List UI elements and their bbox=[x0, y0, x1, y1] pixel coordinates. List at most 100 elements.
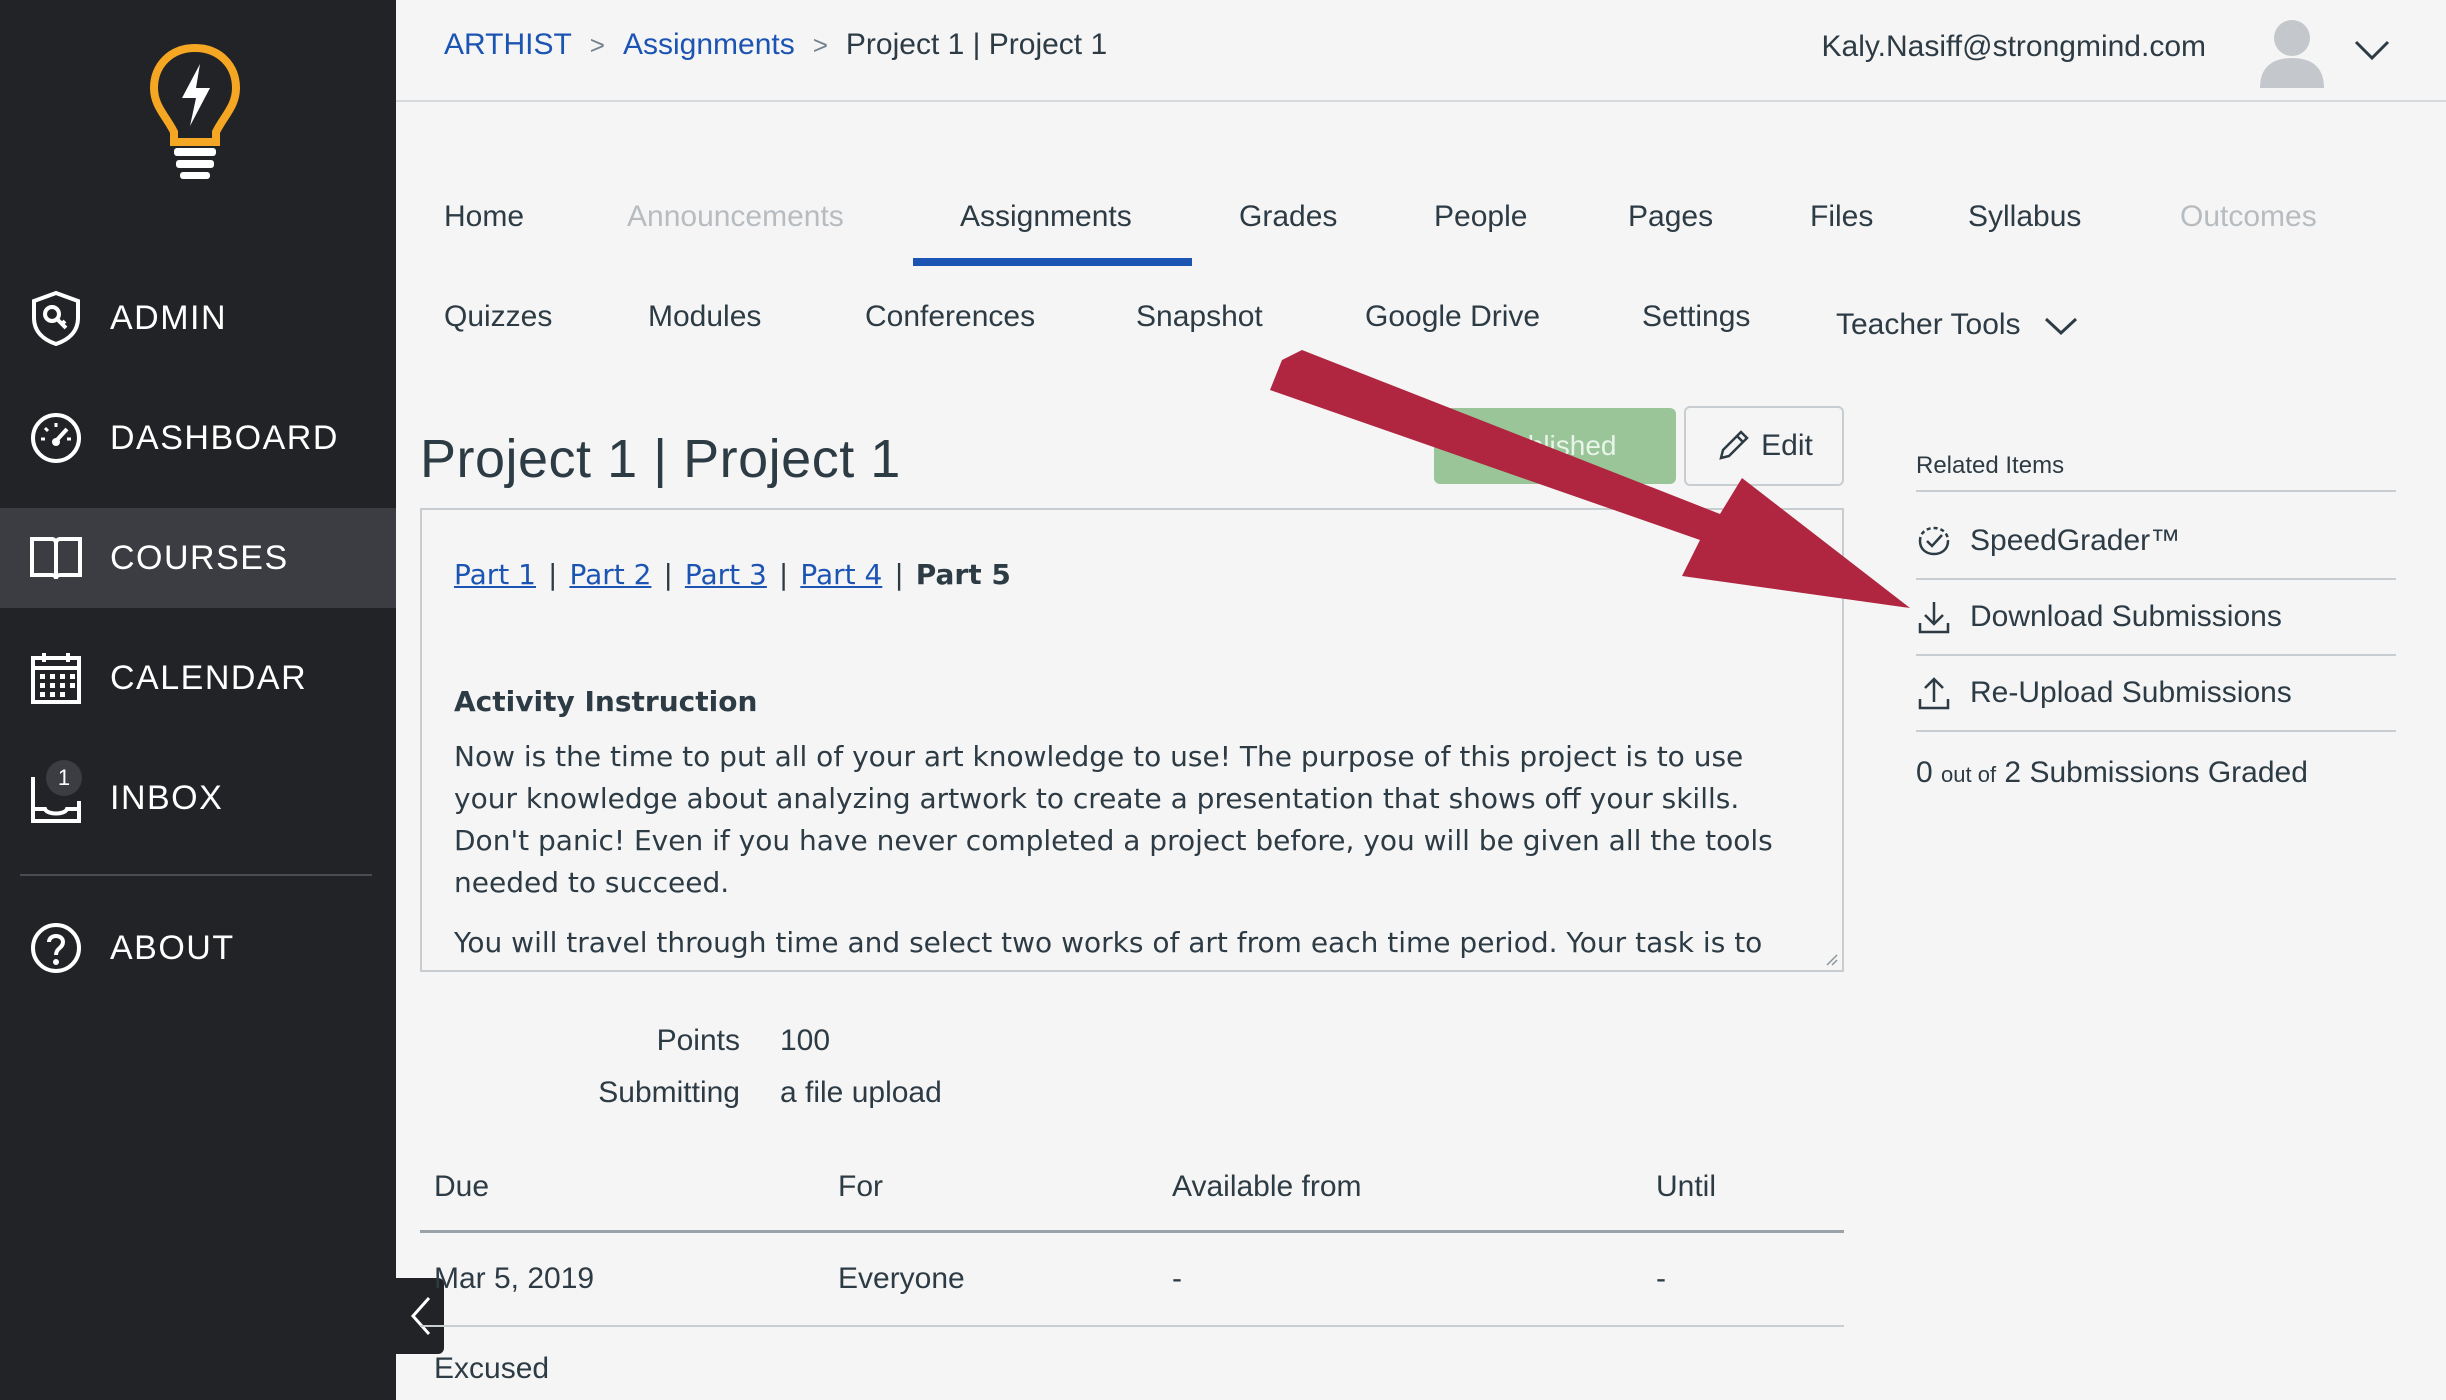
excused-label: Excused bbox=[434, 1352, 550, 1385]
active-tab-indicator bbox=[913, 258, 1192, 266]
nav-label-admin: ADMIN bbox=[110, 298, 228, 337]
edit-button[interactable]: Edit bbox=[1684, 406, 1844, 486]
tab-home[interactable]: Home bbox=[444, 200, 524, 234]
part-4-link[interactable]: Part 4 bbox=[800, 558, 882, 591]
dashboard-gauge-icon bbox=[28, 410, 84, 466]
nav-item-dashboard[interactable]: DASHBOARD bbox=[0, 388, 396, 488]
nav-item-courses[interactable]: COURSES bbox=[0, 508, 396, 608]
until-cell: - bbox=[1656, 1262, 1666, 1295]
nav-label-courses: COURSES bbox=[110, 538, 289, 577]
table-row-divider bbox=[420, 1325, 1844, 1327]
submissions-graded-count: 0 out of 2 Submissions Graded bbox=[1916, 756, 2308, 790]
speedgrader-icon bbox=[1916, 523, 1952, 559]
top-header: ARTHIST > Assignments > Project 1 | Proj… bbox=[396, 0, 2446, 102]
column-header-available-from: Available from bbox=[1172, 1170, 1362, 1203]
inbox-icon: 1 bbox=[28, 760, 84, 826]
page-title: Project 1 | Project 1 bbox=[420, 429, 901, 489]
column-header-due: Due bbox=[434, 1170, 490, 1203]
tab-people[interactable]: People bbox=[1434, 200, 1527, 234]
due-date-cell: Mar 5, 2019 bbox=[434, 1262, 595, 1295]
admin-shield-icon bbox=[28, 290, 84, 346]
part-1-link[interactable]: Part 1 bbox=[454, 558, 536, 591]
column-header-for: For bbox=[838, 1170, 883, 1203]
due-for-cell: Everyone bbox=[838, 1262, 965, 1295]
points-value: 100 bbox=[780, 1024, 831, 1057]
upload-icon bbox=[1916, 675, 1952, 711]
related-items-heading: Related Items bbox=[1916, 452, 2065, 479]
reupload-submissions-link[interactable]: Re-Upload Submissions bbox=[1916, 656, 2396, 730]
tab-announcements[interactable]: Announcements bbox=[627, 200, 844, 234]
parts-separator: | bbox=[778, 558, 789, 591]
tab-files[interactable]: Files bbox=[1810, 200, 1873, 234]
nav-item-admin[interactable]: ADMIN bbox=[0, 268, 396, 368]
global-navigation: ADMIN DASHBOARD COURSES CALENDAR 1 INBOX… bbox=[0, 0, 396, 1400]
speedgrader-link[interactable]: SpeedGrader™ bbox=[1916, 504, 2396, 578]
parts-separator: | bbox=[663, 558, 673, 591]
breadcrumb-current: Project 1 | Project 1 bbox=[845, 28, 1108, 61]
tab-teacher-tools[interactable]: Teacher Tools bbox=[1836, 308, 2079, 342]
download-submissions-link[interactable]: Download Submissions bbox=[1916, 580, 2396, 654]
chevron-down-icon bbox=[2044, 317, 2077, 336]
nav-item-calendar[interactable]: CALENDAR bbox=[0, 628, 396, 728]
tab-modules[interactable]: Modules bbox=[648, 300, 761, 334]
instruction-heading: Activity Instruction bbox=[454, 685, 758, 718]
breadcrumb-course[interactable]: ARTHIST bbox=[444, 28, 572, 62]
published-toggle-button[interactable]: Published bbox=[1434, 408, 1676, 484]
points-label: Points bbox=[656, 1024, 740, 1057]
nav-item-about[interactable]: ABOUT bbox=[0, 898, 396, 998]
graded-count: 0 bbox=[1916, 756, 1933, 789]
tab-grades[interactable]: Grades bbox=[1239, 200, 1337, 234]
submitting-label: Submitting bbox=[598, 1076, 740, 1109]
help-circle-icon bbox=[28, 920, 84, 976]
nav-label-about: ABOUT bbox=[110, 928, 235, 967]
nav-divider bbox=[20, 874, 372, 876]
inbox-unread-badge: 1 bbox=[46, 760, 82, 796]
tab-assignments[interactable]: Assignments bbox=[960, 200, 1132, 234]
reupload-submissions-label: Re-Upload Submissions bbox=[1970, 676, 2292, 709]
breadcrumb: ARTHIST > Assignments > Project 1 | Proj… bbox=[444, 28, 1107, 62]
sidebar-divider bbox=[1916, 490, 2396, 492]
pencil-icon bbox=[1719, 430, 1749, 460]
tab-teacher-tools-label: Teacher Tools bbox=[1836, 308, 2021, 341]
chevron-down-icon[interactable] bbox=[2352, 32, 2392, 68]
sidebar-divider bbox=[1916, 730, 2396, 732]
nav-label-dashboard: DASHBOARD bbox=[110, 418, 339, 457]
parts-navigation: Part 1 | Part 2 | Part 3 | Part 4 | Part 5 bbox=[454, 558, 1810, 591]
breadcrumb-assignments[interactable]: Assignments bbox=[623, 28, 795, 62]
edit-button-label: Edit bbox=[1761, 429, 1813, 462]
nav-label-inbox: INBOX bbox=[110, 778, 224, 817]
assignment-description[interactable]: Part 1 | Part 2 | Part 3 | Part 4 | Part 5 Activ… bbox=[420, 508, 1844, 972]
breadcrumb-separator-icon: > bbox=[812, 29, 828, 60]
resize-handle-icon[interactable] bbox=[1822, 950, 1838, 966]
lightbulb-logo-icon[interactable] bbox=[149, 42, 241, 182]
nav-item-inbox[interactable]: 1 INBOX bbox=[0, 748, 396, 848]
part-2-link[interactable]: Part 2 bbox=[569, 558, 651, 591]
tab-conferences[interactable]: Conferences bbox=[865, 300, 1035, 334]
part-3-link[interactable]: Part 3 bbox=[685, 558, 767, 591]
tab-google-drive[interactable]: Google Drive bbox=[1365, 300, 1540, 334]
column-header-until: Until bbox=[1656, 1170, 1717, 1203]
tab-outcomes[interactable]: Outcomes bbox=[2180, 200, 2317, 234]
tab-quizzes[interactable]: Quizzes bbox=[444, 300, 552, 334]
graded-out-of: out of bbox=[1941, 762, 1997, 787]
current-part: Part 5 bbox=[915, 558, 1011, 591]
tab-settings[interactable]: Settings bbox=[1642, 300, 1750, 334]
tab-syllabus[interactable]: Syllabus bbox=[1968, 200, 2081, 234]
calendar-icon bbox=[28, 650, 84, 706]
parts-separator: | bbox=[894, 558, 904, 591]
submitting-value: a file upload bbox=[780, 1076, 942, 1109]
table-header-divider bbox=[420, 1230, 1844, 1233]
graded-total: 2 Submissions Graded bbox=[2004, 756, 2308, 789]
nav-label-calendar: CALENDAR bbox=[110, 658, 308, 697]
speedgrader-label: SpeedGrader™ bbox=[1970, 524, 2181, 557]
available-from-cell: - bbox=[1172, 1262, 1182, 1295]
tab-pages[interactable]: Pages bbox=[1628, 200, 1713, 234]
book-icon bbox=[28, 530, 84, 586]
breadcrumb-separator-icon: > bbox=[589, 29, 605, 60]
parts-separator: | bbox=[548, 558, 558, 591]
tab-snapshot[interactable]: Snapshot bbox=[1136, 300, 1263, 334]
user-email: Kaly.Nasiff@strongmind.com bbox=[1821, 30, 2206, 63]
chevron-left-icon bbox=[410, 1297, 431, 1335]
avatar[interactable] bbox=[2258, 16, 2326, 88]
download-submissions-label: Download Submissions bbox=[1970, 600, 2282, 633]
